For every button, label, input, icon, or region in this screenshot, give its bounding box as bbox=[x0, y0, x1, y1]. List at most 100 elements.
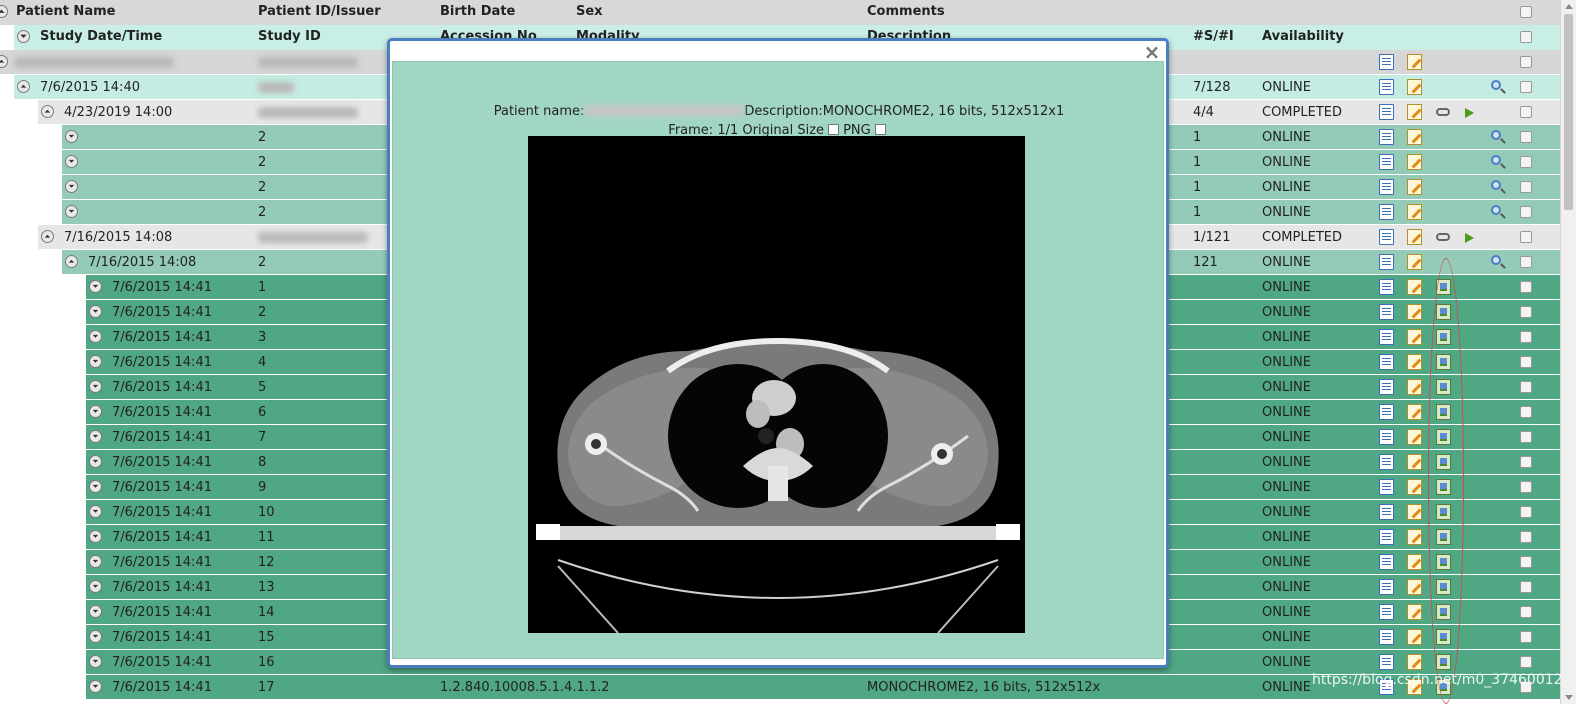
row-checkbox[interactable] bbox=[1520, 31, 1532, 43]
edit-icon[interactable] bbox=[1407, 504, 1422, 520]
row-checkbox[interactable] bbox=[1520, 656, 1532, 668]
document-icon[interactable] bbox=[1379, 179, 1394, 195]
edit-icon[interactable] bbox=[1407, 279, 1422, 295]
png-checkbox[interactable] bbox=[874, 124, 886, 135]
toggle-icon[interactable]: ⏷ bbox=[89, 305, 102, 318]
document-icon[interactable] bbox=[1379, 629, 1394, 645]
document-icon[interactable] bbox=[1379, 329, 1394, 345]
edit-icon[interactable] bbox=[1407, 229, 1422, 245]
row-checkbox[interactable] bbox=[1520, 206, 1532, 218]
edit-icon[interactable] bbox=[1407, 79, 1422, 95]
document-icon[interactable] bbox=[1379, 554, 1394, 570]
document-icon[interactable] bbox=[1379, 504, 1394, 520]
col-patient-id[interactable]: Patient ID/Issuer bbox=[258, 4, 381, 19]
toggle-icon[interactable]: ⏷ bbox=[89, 330, 102, 343]
edit-icon[interactable] bbox=[1407, 154, 1422, 170]
document-icon[interactable] bbox=[1379, 379, 1394, 395]
row-checkbox[interactable] bbox=[1520, 331, 1532, 343]
scroll-down-icon[interactable] bbox=[1565, 695, 1573, 700]
row-checkbox[interactable] bbox=[1520, 456, 1532, 468]
document-icon[interactable] bbox=[1379, 654, 1394, 670]
document-icon[interactable] bbox=[1379, 579, 1394, 595]
link-icon[interactable] bbox=[1436, 108, 1450, 116]
document-icon[interactable] bbox=[1379, 529, 1394, 545]
edit-icon[interactable] bbox=[1407, 404, 1422, 420]
ct-image-viewer[interactable] bbox=[528, 136, 1025, 633]
edit-icon[interactable] bbox=[1407, 204, 1422, 220]
toggle-icon[interactable]: ⏷ bbox=[65, 130, 78, 143]
col-birth-date[interactable]: Birth Date bbox=[440, 4, 515, 19]
arrow-icon[interactable] bbox=[1465, 108, 1474, 118]
link-icon[interactable] bbox=[1436, 233, 1450, 241]
document-icon[interactable] bbox=[1379, 204, 1394, 220]
toggle-icon[interactable]: ⏷ bbox=[89, 680, 102, 693]
toggle-icon[interactable]: ⏷ bbox=[89, 280, 102, 293]
toggle-icon[interactable]: ⏷ bbox=[89, 605, 102, 618]
edit-icon[interactable] bbox=[1407, 604, 1422, 620]
document-icon[interactable] bbox=[1379, 604, 1394, 620]
row-checkbox[interactable] bbox=[1520, 181, 1532, 193]
edit-icon[interactable] bbox=[1407, 254, 1422, 270]
scroll-thumb[interactable] bbox=[1564, 14, 1573, 210]
toggle-icon[interactable]: ⏷ bbox=[89, 455, 102, 468]
col-patient-name[interactable]: Patient Name bbox=[16, 4, 115, 19]
document-icon[interactable] bbox=[1379, 229, 1394, 245]
edit-icon[interactable] bbox=[1407, 129, 1422, 145]
edit-icon[interactable] bbox=[1407, 654, 1422, 670]
toggle-icon[interactable]: ⏷ bbox=[17, 30, 30, 43]
row-checkbox[interactable] bbox=[1520, 81, 1532, 93]
row-checkbox[interactable] bbox=[1520, 631, 1532, 643]
document-icon[interactable] bbox=[1379, 129, 1394, 145]
toggle-icon[interactable]: ⏶ bbox=[0, 55, 8, 68]
document-icon[interactable] bbox=[1379, 104, 1394, 120]
magnifier-icon[interactable] bbox=[1491, 205, 1501, 215]
toggle-icon[interactable]: ⏶ bbox=[0, 5, 8, 18]
edit-icon[interactable] bbox=[1407, 429, 1422, 445]
toggle-icon[interactable]: ⏶ bbox=[17, 80, 30, 93]
toggle-icon[interactable]: ⏶ bbox=[65, 255, 78, 268]
row-checkbox[interactable] bbox=[1520, 531, 1532, 543]
document-icon[interactable] bbox=[1379, 404, 1394, 420]
edit-icon[interactable] bbox=[1407, 304, 1422, 320]
row-checkbox[interactable] bbox=[1520, 606, 1532, 618]
toggle-icon[interactable]: ⏷ bbox=[89, 480, 102, 493]
edit-icon[interactable] bbox=[1407, 54, 1422, 70]
close-icon[interactable]: × bbox=[1142, 42, 1162, 63]
row-checkbox[interactable] bbox=[1520, 156, 1532, 168]
document-icon[interactable] bbox=[1379, 304, 1394, 320]
document-icon[interactable] bbox=[1379, 54, 1394, 70]
edit-icon[interactable] bbox=[1407, 554, 1422, 570]
toggle-icon[interactable]: ⏷ bbox=[89, 430, 102, 443]
row-checkbox[interactable] bbox=[1520, 406, 1532, 418]
edit-icon[interactable] bbox=[1407, 454, 1422, 470]
toggle-icon[interactable]: ⏶ bbox=[41, 230, 54, 243]
row-checkbox[interactable] bbox=[1520, 106, 1532, 118]
toggle-icon[interactable]: ⏷ bbox=[89, 580, 102, 593]
toggle-icon[interactable]: ⏶ bbox=[41, 105, 54, 118]
toggle-icon[interactable]: ⏷ bbox=[89, 355, 102, 368]
edit-icon[interactable] bbox=[1407, 354, 1422, 370]
col-comments[interactable]: Comments bbox=[867, 4, 945, 19]
row-checkbox[interactable] bbox=[1520, 231, 1532, 243]
document-icon[interactable] bbox=[1379, 279, 1394, 295]
toggle-icon[interactable]: ⏷ bbox=[65, 155, 78, 168]
toggle-icon[interactable]: ⏷ bbox=[89, 505, 102, 518]
edit-icon[interactable] bbox=[1407, 629, 1422, 645]
magnifier-icon[interactable] bbox=[1491, 255, 1501, 265]
toggle-icon[interactable]: ⏷ bbox=[89, 530, 102, 543]
edit-icon[interactable] bbox=[1407, 329, 1422, 345]
toggle-icon[interactable]: ⏷ bbox=[89, 555, 102, 568]
magnifier-icon[interactable] bbox=[1491, 180, 1501, 190]
row-checkbox[interactable] bbox=[1520, 381, 1532, 393]
row-checkbox[interactable] bbox=[1520, 581, 1532, 593]
vertical-scrollbar[interactable] bbox=[1560, 0, 1576, 704]
document-icon[interactable] bbox=[1379, 354, 1394, 370]
document-icon[interactable] bbox=[1379, 429, 1394, 445]
row-checkbox[interactable] bbox=[1520, 556, 1532, 568]
row-checkbox[interactable] bbox=[1520, 131, 1532, 143]
row-checkbox[interactable] bbox=[1520, 481, 1532, 493]
edit-icon[interactable] bbox=[1407, 179, 1422, 195]
document-icon[interactable] bbox=[1379, 479, 1394, 495]
col-availability[interactable]: Availability bbox=[1262, 29, 1344, 44]
toggle-icon[interactable]: ⏷ bbox=[65, 205, 78, 218]
